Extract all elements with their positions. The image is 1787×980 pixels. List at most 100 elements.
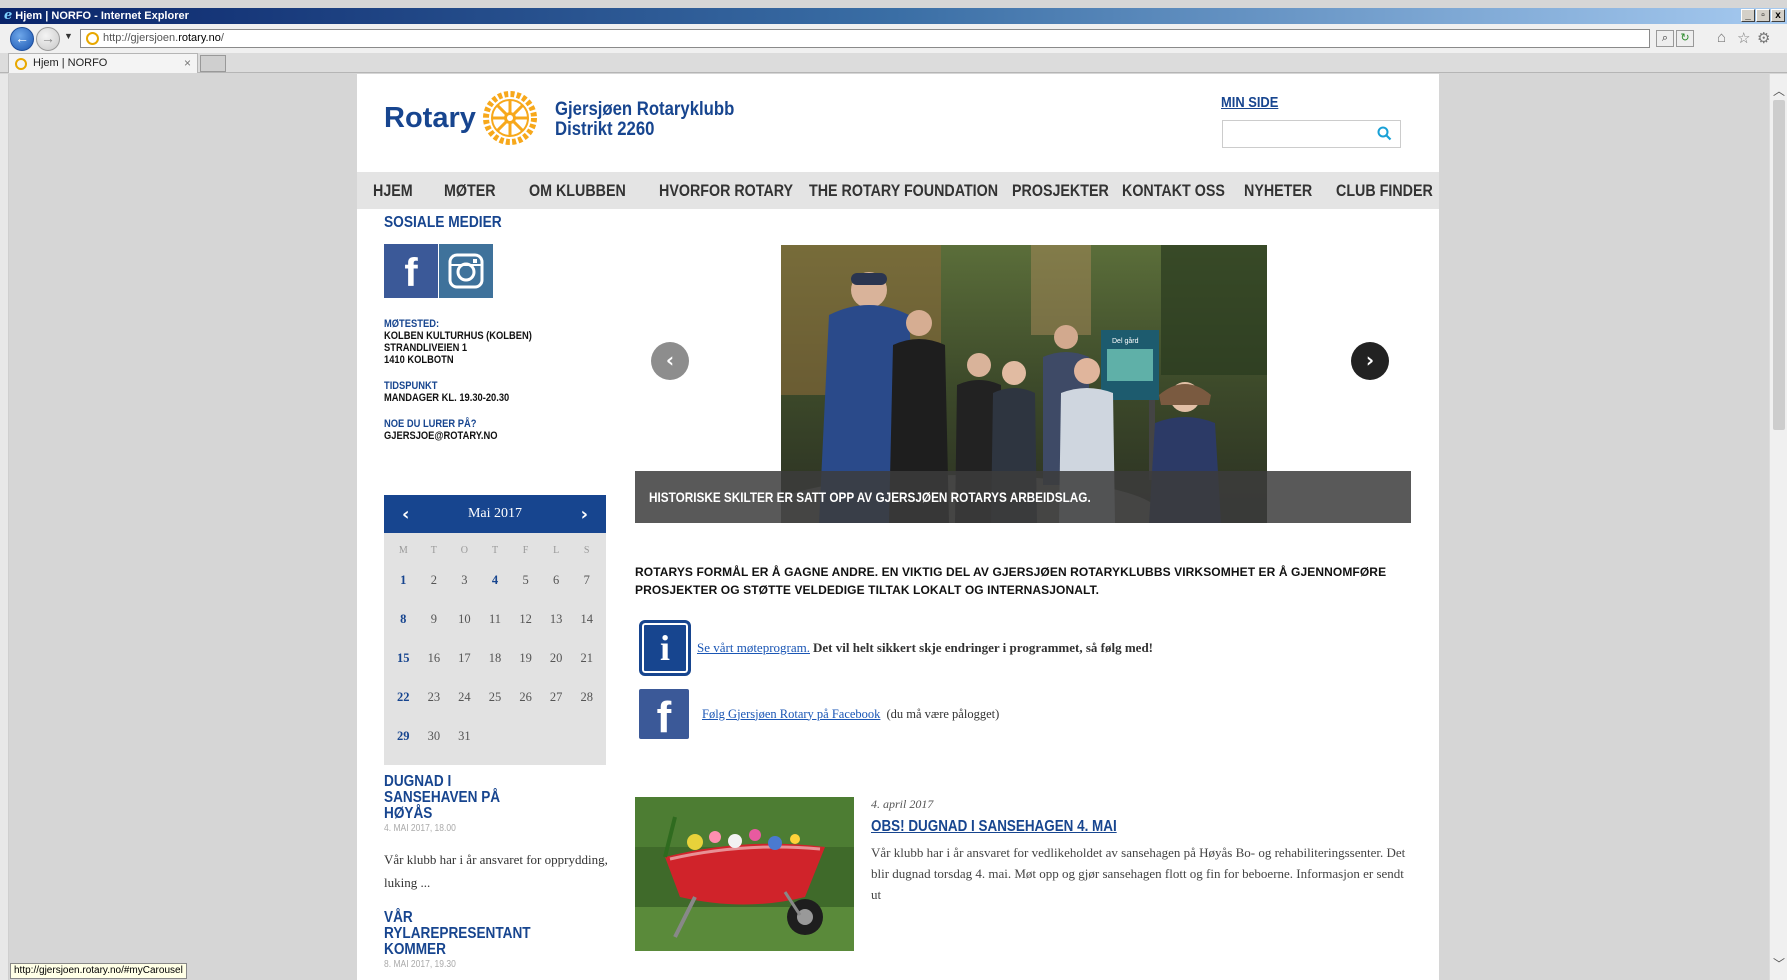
nav-hjem[interactable]: HJEM	[373, 181, 413, 201]
calendar-day[interactable]: 2	[419, 561, 450, 600]
question-label: NOE DU LURER PÅ?	[384, 418, 477, 430]
calendar-prev-icon[interactable]: ‹	[402, 504, 409, 525]
calendar-day[interactable]: 3	[449, 561, 480, 600]
calendar-day[interactable]: 22	[388, 678, 419, 717]
calendar-day[interactable]: 26	[510, 678, 541, 717]
settings-gear-icon[interactable]: ⚙	[1757, 29, 1770, 47]
facebook-large-icon[interactable]: f	[639, 689, 689, 742]
calendar-day[interactable]: 20	[541, 639, 572, 678]
calendar-day[interactable]: 15	[388, 639, 419, 678]
url-prefix: http://gjersjoen.	[103, 32, 179, 44]
time-label: TIDSPUNKT	[384, 380, 438, 392]
carousel-caption: HISTORISKE SKILTER ER SATT OPP AV GJERSJ…	[635, 471, 1411, 523]
meeting-street: STRANDLIVEIEN 1	[384, 342, 468, 354]
calendar-day[interactable]: 31	[449, 717, 480, 756]
sign-text: Del gård	[1112, 337, 1139, 345]
calendar-day[interactable]: 9	[419, 600, 450, 639]
min-side-link[interactable]: MIN SIDE	[1221, 94, 1278, 111]
instagram-icon[interactable]	[439, 244, 493, 298]
tab-favicon-icon	[15, 58, 27, 70]
search-dropdown-icon[interactable]: ⌕	[1656, 30, 1674, 47]
forward-button[interactable]: →	[36, 27, 60, 51]
district-label: Distrikt 2260	[555, 119, 655, 140]
nav-moter[interactable]: MØTER	[444, 181, 496, 201]
facebook-link[interactable]: Følg Gjersjøen Rotary på Facebook	[702, 707, 880, 722]
carousel-prev-button[interactable]: ‹	[651, 342, 689, 380]
calendar-day[interactable]: 11	[480, 600, 511, 639]
calendar-day[interactable]: 23	[419, 678, 450, 717]
calendar-day[interactable]: 8	[388, 600, 419, 639]
news-item-title[interactable]: DUGNAD I SANSEHAVEN PÅ HØYÅS	[384, 774, 546, 822]
browser-tab[interactable]: Hjem | NORFO ×	[8, 53, 198, 73]
calendar-day[interactable]: 13	[541, 600, 572, 639]
program-link[interactable]: Se vårt møteprogram.	[697, 640, 810, 656]
sidebar: SOSIALE MEDIER f MØTESTED: KOLBEN KULTUR…	[384, 214, 608, 442]
tab-close-icon[interactable]: ×	[184, 54, 191, 73]
back-button[interactable]: ←	[10, 27, 34, 51]
calendar-day[interactable]: 14	[571, 600, 602, 639]
nav-kontakt-oss[interactable]: KONTAKT OSS	[1122, 181, 1225, 201]
nav-rotary-foundation[interactable]: THE ROTARY FOUNDATION	[809, 181, 998, 201]
minimize-button[interactable]: _	[1741, 9, 1755, 22]
calendar-day[interactable]: 1	[388, 561, 419, 600]
nav-club-finder[interactable]: CLUB FINDER	[1336, 181, 1433, 201]
calendar-day[interactable]: 4	[480, 561, 511, 600]
calendar-next-icon[interactable]: ›	[581, 504, 588, 525]
calendar-day[interactable]: 24	[449, 678, 480, 717]
calendar-day[interactable]: 5	[510, 561, 541, 600]
calendar-day[interactable]: 17	[449, 639, 480, 678]
tab-strip: Hjem | NORFO ×	[0, 53, 1787, 73]
article-title[interactable]: OBS! DUGNAD I SANSEHAGEN 4. MAI	[871, 818, 1325, 836]
calendar-day[interactable]: 19	[510, 639, 541, 678]
search-icon[interactable]	[1377, 126, 1392, 141]
url-suffix: /	[220, 32, 224, 44]
article-date: 4. april 2017	[871, 797, 934, 811]
facebook-icon[interactable]: f	[384, 244, 438, 298]
rotary-logo[interactable]: Rotary	[384, 90, 538, 146]
favorites-star-icon[interactable]: ☆	[1737, 29, 1750, 47]
nav-om-klubben[interactable]: OM KLUBBEN	[529, 181, 626, 201]
contact-email[interactable]: GJERSJOE@ROTARY.NO	[384, 430, 574, 442]
calendar-weekday: M	[398, 545, 408, 556]
calendar-day[interactable]: 10	[449, 600, 480, 639]
scroll-down-icon[interactable]: ﹀	[1773, 955, 1785, 972]
calendar-day[interactable]: 6	[541, 561, 572, 600]
nav-hvorfor-rotary[interactable]: HVORFOR ROTARY	[659, 181, 793, 201]
calendar-day[interactable]: 30	[419, 717, 450, 756]
tab-label: Hjem | NORFO	[33, 57, 108, 69]
calendar-month: Mai 2017	[467, 506, 523, 521]
calendar-day[interactable]: 21	[571, 639, 602, 678]
calendar-day[interactable]: 28	[571, 678, 602, 717]
address-bar[interactable]: http://gjersjoen.rotary.no/	[80, 29, 1650, 48]
nav-nyheter[interactable]: NYHETER	[1244, 181, 1312, 201]
close-window-button[interactable]: x	[1771, 9, 1785, 22]
calendar-day[interactable]: 18	[480, 639, 511, 678]
scrollbar-thumb[interactable]	[1773, 100, 1785, 430]
club-title: Gjersjøen Rotaryklubb	[555, 99, 735, 120]
search-input[interactable]	[1223, 121, 1373, 147]
ie-logo-icon: e	[4, 8, 13, 23]
nav-prosjekter[interactable]: PROSJEKTER	[1012, 181, 1109, 201]
calendar-day[interactable]: 12	[510, 600, 541, 639]
maximize-button[interactable]: ▫	[1756, 9, 1770, 22]
calendar-weekday: L	[553, 545, 560, 556]
page-scrollbar[interactable]: ︿ ﹀	[1769, 74, 1787, 980]
status-bar: http://gjersjoen.rotary.no/#myCarousel	[10, 963, 187, 979]
carousel-next-button[interactable]: ›	[1351, 342, 1389, 380]
article-photo[interactable]	[635, 797, 854, 951]
history-dropdown-icon[interactable]: ▼	[64, 31, 73, 41]
facebook-note: (du må være pålogget)	[886, 706, 1000, 721]
meeting-label: MØTESTED:	[384, 318, 440, 330]
calendar-day[interactable]: 29	[388, 717, 419, 756]
new-tab-button[interactable]	[200, 55, 226, 72]
news-item-excerpt: Vår klubb har i år ansvaret for oppryddi…	[384, 852, 608, 890]
scroll-up-icon[interactable]: ︿	[1773, 82, 1785, 99]
calendar-day[interactable]: 27	[541, 678, 572, 717]
home-icon[interactable]: ⌂	[1717, 29, 1726, 46]
calendar-day[interactable]: 16	[419, 639, 450, 678]
info-icon[interactable]: i	[639, 620, 691, 676]
news-item-title[interactable]: VÅR RYLAREPRESENTANT KOMMER	[384, 910, 546, 958]
refresh-icon[interactable]: ↻	[1676, 30, 1694, 47]
calendar-day[interactable]: 25	[480, 678, 511, 717]
calendar-day[interactable]: 7	[571, 561, 602, 600]
